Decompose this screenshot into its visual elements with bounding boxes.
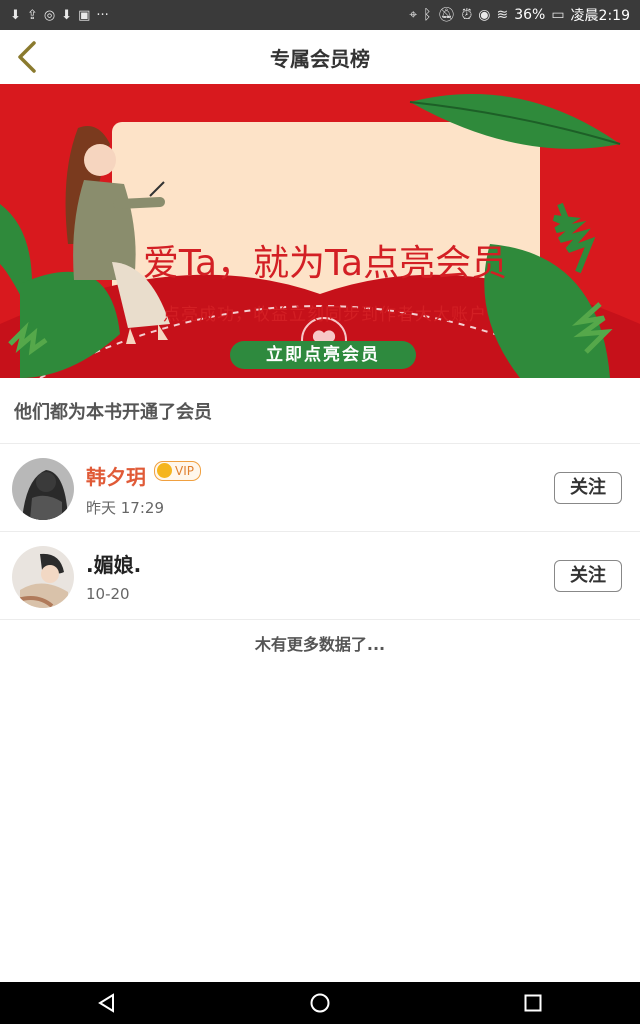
banner-headline: 爱Ta，就为Ta点亮会员 — [142, 243, 508, 284]
avatar-image — [12, 546, 74, 608]
image-icon: ▣ — [78, 7, 91, 23]
member-row[interactable]: .媚娘. 10-20 关注 — [0, 532, 640, 620]
crown-icon — [157, 463, 172, 478]
status-bar-left: ⬇ ⇪ ◎ ⬇ ▣ ··· — [10, 9, 109, 22]
upload-icon: ⇪ — [26, 7, 38, 23]
follow-button[interactable]: 关注 — [554, 560, 622, 592]
member-name[interactable]: 韩夕玥 — [86, 461, 146, 490]
avatar[interactable] — [12, 546, 74, 608]
avatar[interactable] — [12, 458, 74, 520]
vip-badge: VIP — [154, 461, 201, 481]
clock: 凌晨2:19 — [570, 8, 630, 24]
back-button[interactable] — [10, 38, 44, 76]
app-bar: 专属会员榜 — [0, 30, 640, 84]
battery-icon: ▭ — [551, 7, 565, 23]
download-icon: ⬇ — [61, 7, 73, 23]
triangle-back-icon — [97, 993, 114, 1013]
no-more-data-text: 木有更多数据了... — [254, 635, 386, 654]
circle-home-icon — [310, 993, 330, 1013]
vip-label: VIP — [175, 464, 194, 478]
more-icon: ··· — [96, 7, 109, 23]
download-icon: ⬇ — [10, 7, 21, 23]
promo-banner[interactable]: 爱Ta，就为Ta点亮会员 点亮成功，收益立刻同步到作者大大账户 立即点亮会员 — [0, 84, 640, 378]
nav-recents-button[interactable] — [503, 982, 563, 1024]
status-bar-right: ⌖ ᛒ 🔕︎ ⏰︎ ◉ ≋ 36% ▭ 凌晨2:19 — [409, 5, 630, 25]
page-title: 专属会员榜 — [270, 46, 370, 71]
follow-button[interactable]: 关注 — [554, 472, 622, 504]
alarm-icon: ⏰︎ — [461, 7, 473, 23]
section-title: 他们都为本书开通了会员 — [0, 378, 640, 444]
member-row[interactable]: 韩夕玥 VIP 昨天 17:29 关注 — [0, 444, 640, 532]
mute-icon: 🔕︎ — [437, 7, 456, 23]
nav-home-button[interactable] — [290, 982, 350, 1024]
eye-icon: ◉ — [478, 7, 491, 23]
member-time: 10-20 — [86, 585, 130, 603]
battery-percent: 36% — [514, 7, 546, 23]
banner-subtitle: 点亮成功，收益立刻同步到作者大大账户 — [163, 305, 487, 325]
wifi-icon: ≋ — [496, 7, 509, 23]
member-name[interactable]: .媚娘. — [86, 549, 141, 578]
sync-icon: ◎ — [43, 7, 56, 23]
status-bar: ⬇ ⇪ ◎ ⬇ ▣ ··· ⌖ ᛒ 🔕︎ ⏰︎ ◉ ≋ 36% ▭ 凌晨2:19 — [0, 0, 640, 30]
member-time: 昨天 17:29 — [86, 499, 164, 517]
banner-illustration — [0, 84, 640, 378]
light-up-membership-button[interactable]: 立即点亮会员 — [230, 341, 416, 369]
square-recents-icon — [524, 994, 542, 1012]
nav-back-button[interactable] — [77, 982, 137, 1024]
chevron-left-icon — [18, 41, 36, 73]
system-nav-bar — [0, 982, 640, 1024]
avatar-image — [12, 458, 74, 520]
location-icon: ⌖ — [409, 7, 418, 23]
bluetooth-icon: ᛒ — [423, 7, 432, 23]
